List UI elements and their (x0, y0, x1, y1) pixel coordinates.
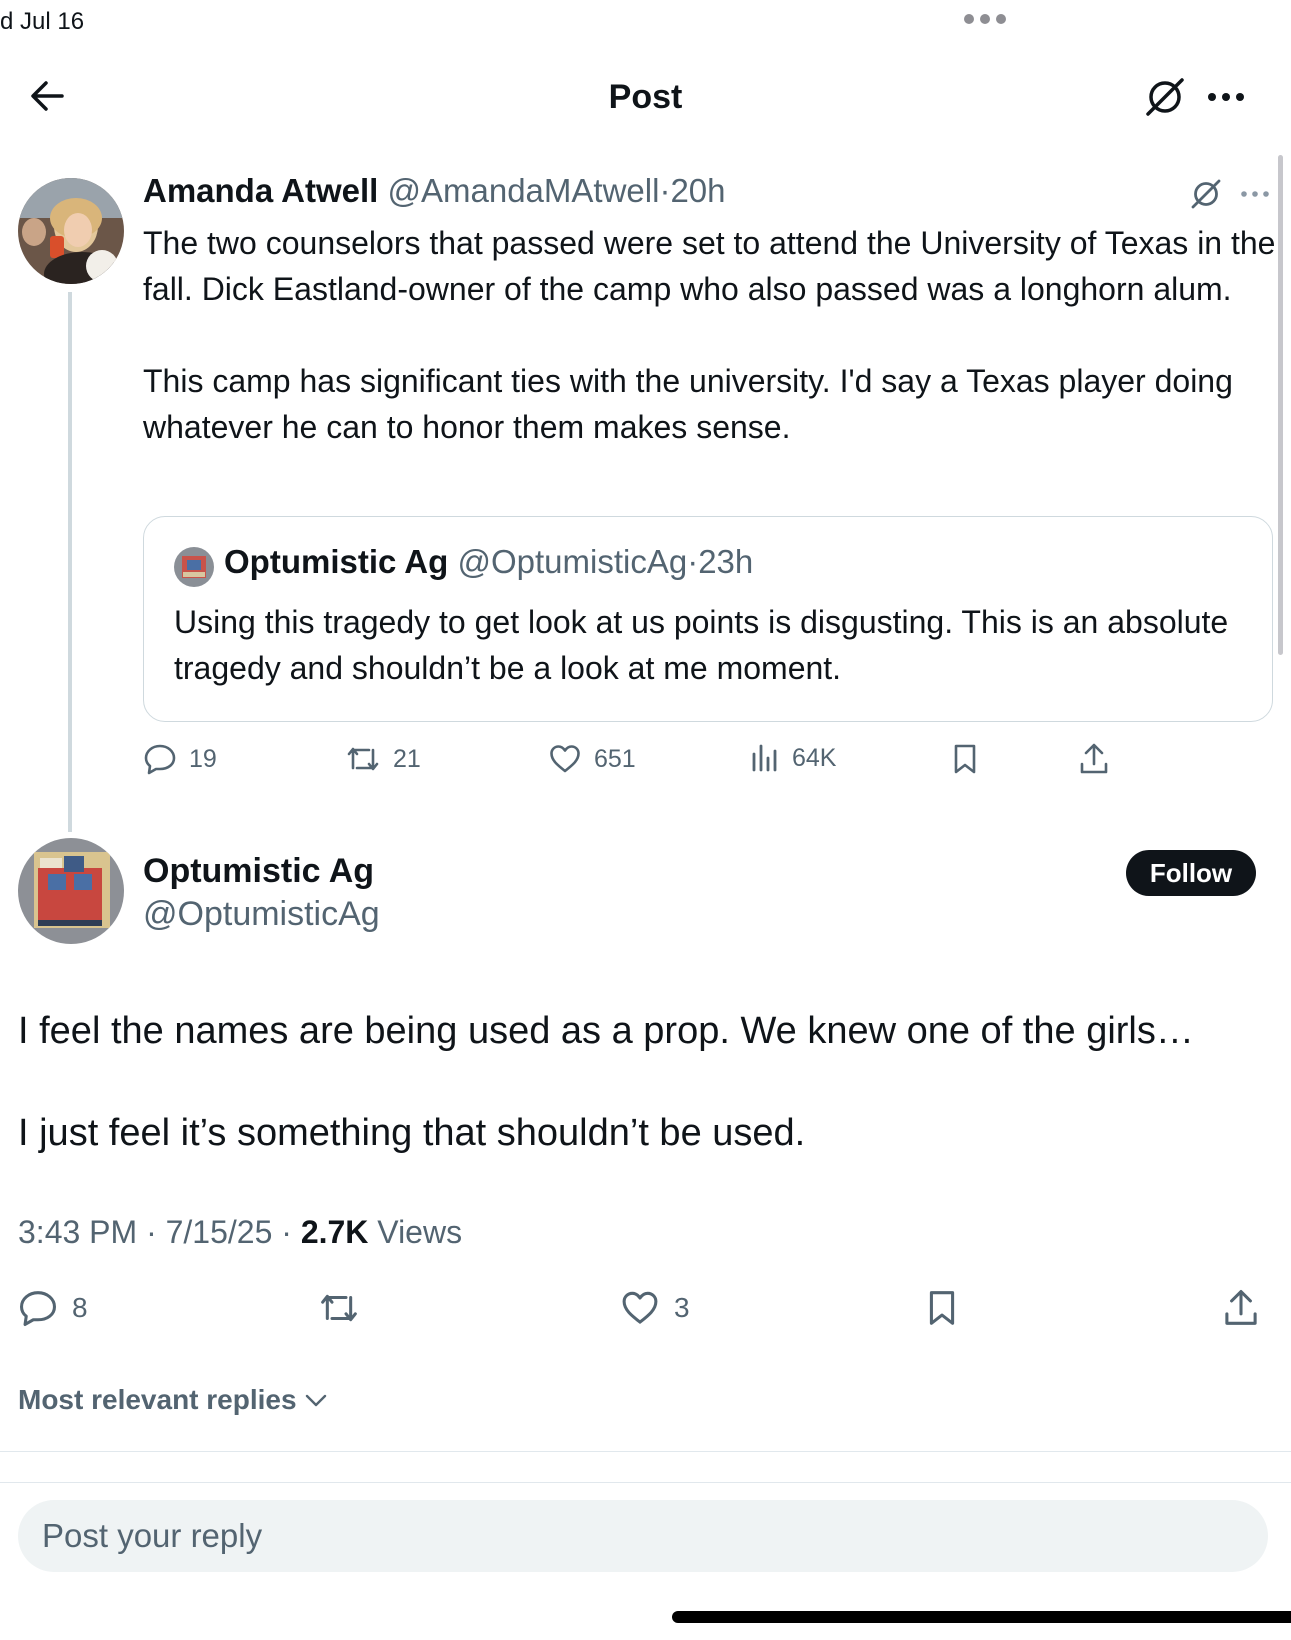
tweet-paragraph: This camp has significant ties with the … (143, 363, 1233, 445)
page-title: Post (608, 78, 683, 116)
reply-icon (144, 744, 176, 775)
views-label: Views (377, 1214, 463, 1250)
avatar[interactable] (18, 838, 124, 944)
avatar-photo (18, 178, 124, 284)
tweet-paragraph: I feel the names are being used as a pro… (18, 1010, 1194, 1052)
share-button[interactable] (1078, 742, 1110, 776)
tweet-text: The two counselors that passed were set … (143, 220, 1278, 450)
like-count: 3 (674, 1292, 690, 1323)
divider (0, 1451, 1291, 1452)
parent-tweet-header: Amanda Atwell @AmandaMAtwell·20h (143, 172, 726, 210)
grok-button[interactable] (1142, 74, 1188, 120)
heart-icon (550, 745, 580, 773)
share-button[interactable] (1222, 1288, 1260, 1328)
author-handle[interactable]: @OptumisticAg (143, 895, 380, 934)
tweet-time[interactable]: 20h (670, 172, 725, 209)
tweet-time: 23h (698, 543, 754, 580)
repost-icon (321, 1294, 357, 1322)
grok-icon[interactable] (1188, 176, 1224, 212)
analytics-icon (752, 744, 777, 772)
repost-count: 21 (393, 744, 421, 773)
more-dots-icon (1208, 93, 1244, 101)
follow-button[interactable]: Follow (1126, 850, 1256, 896)
bookmark-button[interactable] (950, 742, 980, 776)
bookmark-button[interactable] (924, 1288, 960, 1328)
reply-count: 8 (72, 1292, 88, 1323)
like-button[interactable]: 651 (548, 742, 636, 776)
heart-icon (622, 1291, 658, 1324)
thread-connector-line (68, 292, 72, 832)
repost-icon (347, 747, 379, 771)
author-name[interactable]: Optumistic Ag (143, 852, 374, 891)
author-name: Optumistic Ag (224, 543, 449, 580)
bookmark-icon (929, 1291, 955, 1325)
share-icon (1080, 743, 1108, 774)
avatar (174, 547, 214, 587)
reply-button[interactable]: 8 (18, 1288, 88, 1328)
reply-icon (20, 1291, 56, 1326)
views-button[interactable]: 64K (750, 742, 836, 774)
reply-input[interactable] (18, 1500, 1268, 1572)
tweet-date[interactable]: 7/15/25 (166, 1214, 273, 1250)
author-handle: @OptumisticAg (457, 543, 688, 580)
tweet-paragraph: I just feel it’s something that shouldn’… (18, 1112, 806, 1154)
author-handle[interactable]: @AmandaMAtwell (388, 172, 660, 209)
meta-separator: · (146, 1214, 157, 1250)
multitasking-dots-icon[interactable] (964, 14, 1006, 24)
avatar-photo (18, 838, 124, 944)
quoted-tweet-header: Optumistic Ag @OptumisticAg·23h (224, 543, 753, 581)
scrollbar[interactable] (1278, 155, 1283, 655)
quoted-tweet-card[interactable]: Optumistic Ag @OptumisticAg·23h Using th… (143, 516, 1273, 722)
avatar[interactable] (18, 178, 124, 284)
more-options-button[interactable] (1204, 80, 1248, 114)
status-bar-date: d Jul 16 (0, 8, 85, 35)
grok-icon (1146, 78, 1184, 116)
views-count: 64K (792, 743, 837, 772)
meta-separator: · (281, 1214, 292, 1250)
share-icon (1225, 1290, 1257, 1325)
tweet-text: I feel the names are being used as a pro… (18, 1006, 1268, 1158)
repost-button[interactable]: 21 (345, 742, 421, 776)
like-button[interactable]: 3 (620, 1288, 690, 1328)
meta-separator: · (687, 543, 699, 580)
reply-sort-label: Most relevant replies (18, 1384, 297, 1415)
divider (0, 1482, 1291, 1483)
like-count: 651 (594, 744, 636, 773)
meta-separator: · (659, 172, 671, 209)
tweet-paragraph: The two counselors that passed were set … (143, 225, 1276, 307)
quoted-tweet-text: Using this tragedy to get look at us poi… (174, 604, 1229, 686)
reply-count: 19 (189, 744, 217, 773)
tweet-meta: 3:43 PM · 7/15/25 · 2.7K Views (18, 1214, 462, 1251)
more-dots-icon[interactable] (1238, 184, 1272, 204)
reply-button[interactable]: 19 (143, 742, 217, 776)
bookmark-icon (954, 744, 976, 774)
chevron-down-icon (305, 1394, 326, 1407)
home-indicator[interactable] (672, 1611, 1291, 1623)
tweet-time[interactable]: 3:43 PM (18, 1214, 137, 1250)
avatar-photo (174, 547, 214, 587)
reply-sort-dropdown[interactable]: Most relevant replies (18, 1384, 329, 1416)
author-name[interactable]: Amanda Atwell (143, 172, 378, 209)
views-count: 2.7K (300, 1214, 369, 1250)
repost-button[interactable] (318, 1288, 360, 1328)
